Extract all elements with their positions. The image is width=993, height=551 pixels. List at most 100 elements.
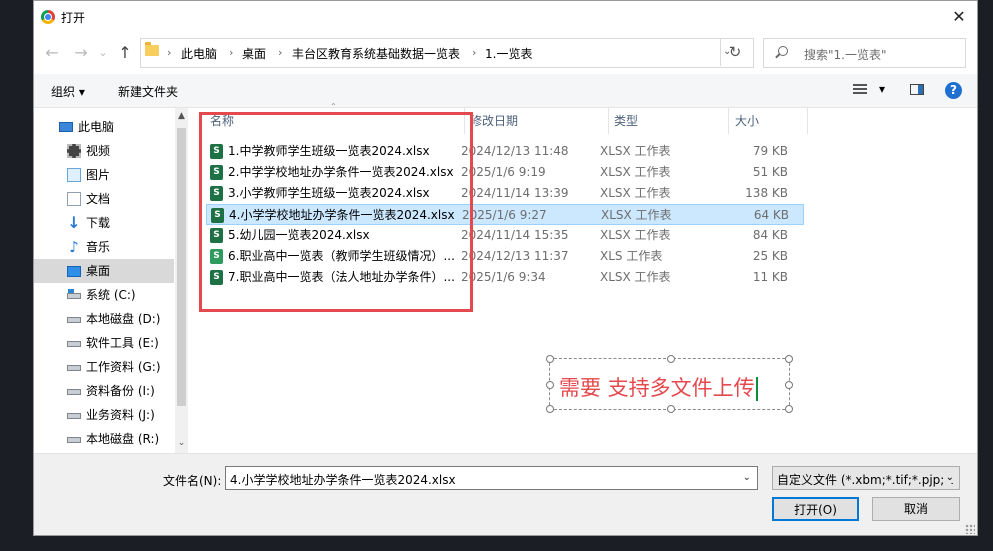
file-type-filter-value: 自定义文件 (*.xbm;*.tif;*.pjp;*.	[777, 473, 955, 487]
sidebar-item-drive-c[interactable]: 系统 (C:)	[34, 283, 174, 307]
file-type: XLS 工作表	[600, 249, 663, 263]
sidebar-item-label: 图片	[86, 168, 111, 182]
forward-button[interactable]: →	[71, 43, 91, 63]
file-size: 64 KB	[753, 208, 789, 222]
sidebar-item-label: 本地磁盘 (R:)	[86, 432, 160, 446]
sidebar-item-label: 工作资料 (G:)	[86, 360, 161, 374]
open-button[interactable]: 打开(O)	[772, 497, 859, 521]
sidebar-item-drive-e[interactable]: 软件工具 (E:)	[34, 331, 174, 355]
title-bar: 打开 ✕	[34, 1, 977, 33]
file-type: XLSX 工作表	[600, 228, 671, 242]
breadcrumb-current[interactable]: 1.一览表	[485, 45, 532, 62]
navigation-scrollbar[interactable]: ▲ ⌄	[175, 108, 188, 453]
resize-handle[interactable]	[546, 381, 554, 389]
column-header-size[interactable]: 大小	[735, 108, 759, 134]
drive-icon	[67, 317, 81, 323]
refresh-button[interactable]: ↻	[720, 38, 749, 66]
scroll-up-arrow[interactable]: ▲	[176, 111, 187, 121]
sidebar-item-this-pc[interactable]: 此电脑	[34, 115, 174, 139]
back-button[interactable]: ←	[42, 43, 62, 63]
breadcrumb-desktop[interactable]: 桌面	[242, 45, 266, 62]
new-folder-button[interactable]: 新建文件夹	[118, 83, 178, 100]
filename-input[interactable]: 4.小学学校地址办学条件一览表2024.xlsx ⌄	[225, 466, 758, 490]
organize-menu[interactable]: 组织 ▾	[51, 83, 85, 100]
sidebar-item-label: 此电脑	[78, 120, 115, 134]
sidebar-item-label: 业务资料 (J:)	[86, 408, 155, 422]
desktop-icon	[67, 266, 81, 277]
highlight-box	[199, 112, 473, 312]
search-placeholder: 搜索"1.一览表"	[804, 48, 887, 62]
scroll-down-arrow[interactable]: ⌄	[176, 438, 187, 448]
sidebar-item-drive-j[interactable]: 业务资料 (J:)	[34, 403, 174, 427]
scrollbar-thumb[interactable]	[177, 128, 186, 406]
breadcrumb-separator: ›	[167, 46, 172, 59]
sidebar-item-videos[interactable]: 视频	[34, 139, 174, 163]
sidebar-item-drive-g[interactable]: 工作资料 (G:)	[34, 355, 174, 379]
music-icon: ♪	[69, 238, 79, 256]
column-divider[interactable]	[608, 108, 609, 134]
sidebar-item-drive-r[interactable]: 本地磁盘 (R:)	[34, 427, 174, 451]
folder-icon	[145, 42, 159, 56]
chrome-icon	[41, 10, 55, 24]
toolbar: 组织 ▾ 新建文件夹 ▾ ?	[34, 74, 977, 108]
resize-handle[interactable]	[667, 355, 675, 363]
file-date: 2025/1/6 9:34	[461, 270, 546, 284]
resize-handle[interactable]	[667, 405, 675, 413]
sidebar-item-label: 系统 (C:)	[86, 288, 136, 302]
chevron-down-icon[interactable]: ⌄	[743, 472, 751, 483]
cancel-button[interactable]: 取消	[872, 497, 960, 521]
file-type: XLSX 工作表	[600, 165, 671, 179]
address-bar[interactable]: › 此电脑 › 桌面 › 丰台区教育系统基础数据一览表 › 1.一览表 ⌄	[140, 38, 754, 68]
window-title: 打开	[61, 11, 86, 25]
help-icon[interactable]: ?	[945, 82, 962, 99]
resize-handle[interactable]	[546, 355, 554, 363]
sidebar-item-drive-i[interactable]: 资料备份 (I:)	[34, 379, 174, 403]
open-file-dialog: 打开 ✕ ← → ⌄ ↑ › 此电脑 › 桌面 › 丰台区教育系统基础数据一览表…	[33, 0, 978, 536]
chevron-down-icon[interactable]: ⌄	[943, 472, 954, 483]
sidebar-item-downloads[interactable]: ↓ 下载	[34, 211, 174, 235]
recent-dropdown[interactable]: ⌄	[93, 43, 113, 63]
breadcrumb-folder[interactable]: 丰台区教育系统基础数据一览表	[292, 45, 460, 62]
drive-icon	[67, 389, 81, 395]
sidebar-item-label: 文档	[86, 192, 111, 206]
view-options-icon[interactable]	[853, 84, 867, 96]
file-date: 2024/11/14 15:35	[461, 228, 569, 242]
view-dropdown[interactable]: ▾	[879, 82, 885, 96]
file-type: XLSX 工作表	[600, 270, 671, 284]
column-divider[interactable]	[807, 108, 808, 134]
resize-handle[interactable]	[785, 355, 793, 363]
search-icon	[778, 46, 788, 56]
sidebar-item-label: 音乐	[86, 240, 111, 254]
column-header-date[interactable]: 修改日期	[470, 108, 518, 134]
sidebar-item-music[interactable]: ♪ 音乐	[34, 235, 174, 259]
close-button[interactable]: ✕	[949, 7, 969, 27]
resize-handle[interactable]	[785, 381, 793, 389]
annotation-textbox[interactable]: 需要 支持多文件上传	[546, 355, 793, 413]
sidebar-item-label: 视频	[86, 144, 111, 158]
preview-pane-icon[interactable]	[910, 84, 924, 95]
file-date: 2024/11/14 13:39	[461, 186, 569, 200]
column-divider[interactable]	[728, 108, 729, 134]
sidebar-item-drive-d[interactable]: 本地磁盘 (D:)	[34, 307, 174, 331]
sidebar-item-documents[interactable]: 文档	[34, 187, 174, 211]
annotation-label: 需要 支持多文件上传	[559, 376, 755, 400]
filename-label: 文件名(N):	[163, 474, 222, 488]
drive-icon	[67, 437, 81, 443]
resize-handle[interactable]	[546, 405, 554, 413]
file-type-filter[interactable]: 自定义文件 (*.xbm;*.tif;*.pjp;*. ⌄	[772, 466, 960, 490]
sidebar-item-desktop[interactable]: 桌面	[34, 259, 174, 283]
file-type: XLSX 工作表	[600, 144, 671, 158]
dialog-footer: 文件名(N): 4.小学学校地址办学条件一览表2024.xlsx ⌄ 自定义文件…	[34, 453, 977, 535]
resize-grip[interactable]	[965, 524, 975, 534]
download-icon: ↓	[67, 213, 81, 232]
documents-folder-icon	[67, 192, 81, 206]
file-date: 2025/1/6 9:19	[461, 165, 546, 179]
filename-value: 4.小学学校地址办学条件一览表2024.xlsx	[230, 473, 456, 487]
resize-handle[interactable]	[785, 405, 793, 413]
breadcrumb-this-pc[interactable]: 此电脑	[181, 45, 217, 62]
drive-icon	[67, 365, 81, 371]
sidebar-item-pictures[interactable]: 图片	[34, 163, 174, 187]
column-header-type[interactable]: 类型	[614, 108, 638, 134]
up-button[interactable]: ↑	[115, 43, 135, 63]
search-input[interactable]: 搜索"1.一览表"	[763, 38, 966, 68]
